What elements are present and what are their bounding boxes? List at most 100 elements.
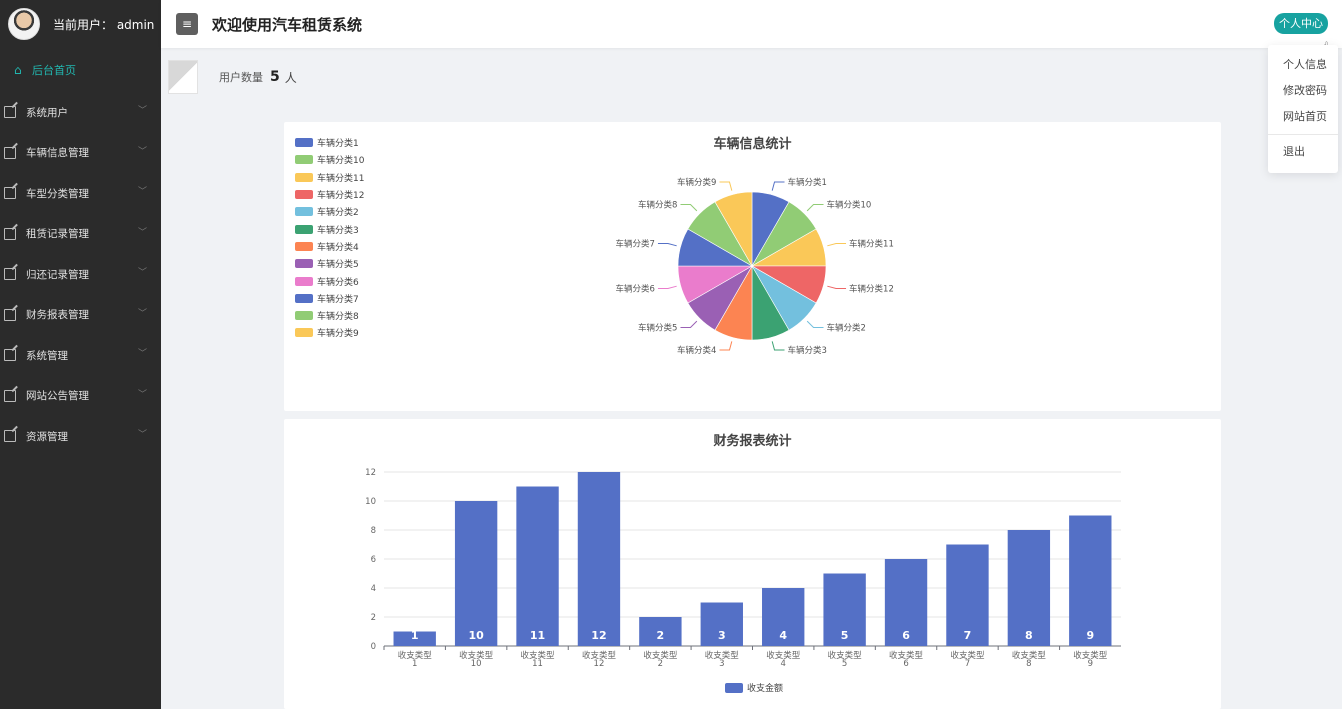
chevron-down-icon: ﹀ <box>137 187 147 197</box>
chevron-down-icon: ﹀ <box>137 268 147 278</box>
sidebar-item-rental-records[interactable]: 租赁记录管理 ﹀ <box>0 214 161 255</box>
house-icon: ⌂ <box>14 63 22 77</box>
sidebar-item-label: 车辆信息管理 <box>26 147 89 160</box>
edit-icon <box>4 389 16 402</box>
pie-label: 车辆分类1 <box>788 177 827 188</box>
sidebar-item-label: 车型分类管理 <box>26 187 89 200</box>
sidebar-menu: ⌂ 后台首页 系统用户 ﹀ 车辆信息管理 ﹀ 车型分类管理 ﹀ 租赁记录管理 ﹀… <box>0 48 161 457</box>
pie-label: 车辆分类12 <box>849 284 894 295</box>
legend-swatch[interactable] <box>725 683 743 693</box>
pie-label: 车辆分类10 <box>827 199 872 210</box>
menu-item-logout[interactable]: 退出 <box>1268 141 1338 167</box>
bar-data-label: 7 <box>964 629 972 642</box>
pie-label-line <box>806 203 824 212</box>
sidebar-item-label: 资源管理 <box>26 430 68 443</box>
sidebar-item-finance-reports[interactable]: 财务报表管理 ﹀ <box>0 295 161 336</box>
pie-label: 车辆分类3 <box>788 345 827 356</box>
bar-data-label: 1 <box>411 629 419 642</box>
pie-label-line <box>680 203 698 212</box>
sidebar-item-home[interactable]: ⌂ 后台首页 <box>0 48 161 92</box>
x-tick-label: 收支类型 7 <box>950 650 985 669</box>
pie-label-line <box>657 285 677 290</box>
sidebar-item-system-management[interactable]: 系统管理 ﹀ <box>0 335 161 376</box>
edit-icon <box>4 349 16 362</box>
menu-item-change-password[interactable]: 修改密码 <box>1268 80 1338 106</box>
pie-label: 车辆分类5 <box>638 323 677 334</box>
divider <box>1268 134 1338 135</box>
bar-data-label: 8 <box>1025 629 1033 642</box>
user-count-unit: 人 <box>284 70 297 85</box>
edit-icon <box>4 187 16 200</box>
x-tick-label: 收支类型 5 <box>828 650 863 669</box>
sidebar-item-return-records[interactable]: 归还记录管理 ﹀ <box>0 254 161 295</box>
pie-label-line <box>680 320 698 329</box>
top-header: ≡ 欢迎使用汽车租赁系统 个人中心 ☝ <box>161 0 1342 57</box>
sidebar-item-label: 系统管理 <box>26 349 68 362</box>
sidebar-item-label: 归还记录管理 <box>26 268 89 281</box>
x-tick-label: 收支类型 1 <box>398 650 433 669</box>
chevron-down-icon: ﹀ <box>137 146 147 157</box>
edit-icon <box>4 227 16 240</box>
menu-item-site-home[interactable]: 网站首页 <box>1268 106 1338 132</box>
menu-item-profile[interactable]: 个人信息 <box>1268 54 1338 80</box>
bar-data-label: 5 <box>841 629 849 642</box>
pie-label-line <box>657 242 677 247</box>
chevron-down-icon: ﹀ <box>137 389 147 400</box>
avatar[interactable] <box>8 8 40 40</box>
legend-label[interactable]: 收支金额 <box>747 682 783 694</box>
sidebar: 当前用户： admin ⌂ 后台首页 系统用户 ﹀ 车辆信息管理 ﹀ 车型分类管… <box>0 0 161 709</box>
sidebar-item-vehicle-info[interactable]: 车辆信息管理 ﹀ <box>0 133 161 174</box>
edit-icon <box>4 146 16 159</box>
sidebar-item-label: 租赁记录管理 <box>26 228 89 241</box>
bar[interactable] <box>454 501 498 646</box>
x-tick-label: 收支类型 9 <box>1073 650 1108 669</box>
x-tick-label: 收支类型 11 <box>521 650 556 669</box>
vehicle-stats-card: 车辆信息统计 车辆分类1 车辆分类10 车辆分类11 车辆分类12 车辆分类2 车辆分类3… <box>284 122 1221 411</box>
pie-label: 车辆分类8 <box>638 199 677 210</box>
hamburger-icon[interactable]: ≡ <box>176 13 198 35</box>
user-center-button[interactable]: 个人中心 <box>1274 13 1328 34</box>
x-tick-label: 收支类型 2 <box>643 650 678 669</box>
pie-label-line <box>806 320 824 329</box>
edit-icon <box>4 308 16 321</box>
bar[interactable] <box>577 472 621 646</box>
bar-data-label: 11 <box>530 629 545 642</box>
bar-data-label: 2 <box>657 629 665 642</box>
edit-icon <box>4 106 16 119</box>
pie-label: 车辆分类7 <box>616 238 655 249</box>
sidebar-item-announcements[interactable]: 网站公告管理 ﹀ <box>0 376 161 417</box>
y-tick-label: 8 <box>371 526 376 536</box>
chevron-down-icon: ﹀ <box>137 349 147 359</box>
bar-data-label: 4 <box>779 629 787 642</box>
pie-label: 车辆分类6 <box>616 284 655 295</box>
sidebar-item-system-users[interactable]: 系统用户 ﹀ <box>0 92 161 133</box>
pie-chart: 车辆分类1车辆分类10车辆分类11车辆分类12车辆分类2车辆分类3车辆分类4车辆… <box>616 177 894 356</box>
sidebar-item-label: 系统用户 <box>26 106 68 119</box>
finance-stats-card: 财务报表统计 0 2 4 6 8 10 12 1 收支类型 1 10 收支类型 10 11 收支类型 11 12… <box>284 419 1221 709</box>
chevron-down-icon: ﹀ <box>137 430 147 440</box>
user-count-value: 5 <box>270 69 280 85</box>
user-count-label: 用户数量 <box>219 71 263 84</box>
pie-label-line <box>771 341 785 351</box>
current-user-label: 当前用户： admin <box>53 17 155 32</box>
edit-icon <box>4 430 16 443</box>
user-dropdown-menu: 个人信息 修改密码 网站首页 退出 <box>1268 45 1338 173</box>
bar[interactable] <box>1069 515 1112 647</box>
pie-label: 车辆分类4 <box>677 345 716 356</box>
chevron-down-icon: ﹀ <box>137 308 147 319</box>
sidebar-item-vehicle-type[interactable]: 车型分类管理 ﹀ <box>0 173 161 214</box>
pie-label: 车辆分类11 <box>849 238 894 249</box>
x-tick-label: 收支类型 4 <box>766 650 801 669</box>
pie-label-line <box>827 285 847 290</box>
user-count-icon <box>168 60 198 94</box>
bar[interactable] <box>516 486 559 647</box>
sidebar-item-label: 财务报表管理 <box>26 309 89 322</box>
page-title: 欢迎使用汽车租赁系统 <box>212 15 363 34</box>
y-tick-label: 6 <box>371 555 376 565</box>
bar-chart: 0 2 4 6 8 10 12 1 收支类型 1 10 收支类型 10 11 收支类型 11 12 收支类型 12 2… <box>365 468 1121 694</box>
x-tick-label: 收支类型 8 <box>1012 650 1047 669</box>
bar-data-label: 9 <box>1086 629 1094 642</box>
sidebar-item-resources[interactable]: 资源管理 ﹀ <box>0 416 161 457</box>
pie-label-line <box>719 181 733 191</box>
pie-label: 车辆分类2 <box>827 323 866 334</box>
